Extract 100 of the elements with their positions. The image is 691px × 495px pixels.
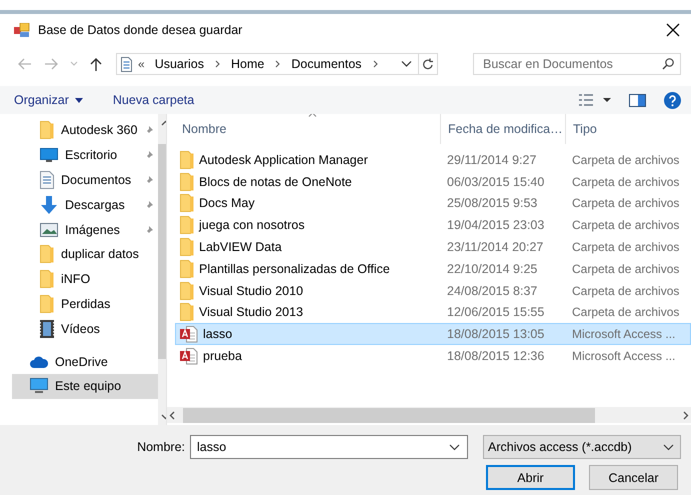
type-cell-text: Carpeta de archivos <box>571 174 680 189</box>
file-name: juega con nosotros <box>199 218 305 232</box>
chevron-right-icon <box>274 60 282 68</box>
folder-icon <box>180 194 194 212</box>
file-row[interactable]: LabVIEW Data 23/11/2014 20:27 Carpeta de archivos <box>175 236 691 258</box>
chevron-right-icon <box>214 60 222 68</box>
sidebar-item[interactable]: OneDrive <box>12 349 158 374</box>
folder-icon <box>180 238 194 256</box>
file-name: Docs May <box>199 196 255 210</box>
search-field[interactable]: Buscar en Documentos <box>473 53 681 75</box>
caret-icon <box>74 98 83 102</box>
file-name: Visual Studio 2013 <box>199 305 304 320</box>
toolbar-button[interactable]: Nueva carpeta <box>112 90 194 110</box>
date-cell-text: 18/08/2015 13:05 <box>446 327 546 342</box>
folder-icon <box>180 260 194 278</box>
type-cell-text: Carpeta de archivos <box>571 152 680 167</box>
file-row[interactable]: prueba 18/08/2015 12:36 Microsoft Access ... <box>175 345 691 367</box>
file-row[interactable]: Visual Studio 2010 24/08/2015 8:37 Carpeta de archivos <box>175 280 691 302</box>
folder-icon <box>180 172 194 191</box>
type-cell-text: Microsoft Access ... <box>571 327 676 342</box>
breadcrumb-item[interactable]: Home <box>231 57 264 71</box>
down-arrow-icon <box>40 196 58 214</box>
address-bar[interactable]: « Usuarios Home Documentos <box>116 53 438 75</box>
film-icon <box>40 320 54 338</box>
file-type-dropdown[interactable]: Archivos access (*.accdb) <box>483 435 681 459</box>
field-label: Nombre: <box>137 440 185 454</box>
app-icon <box>14 23 30 37</box>
document-icon <box>40 170 54 189</box>
sidebar-item[interactable]: Documentos <box>12 168 158 192</box>
file-row[interactable]: Plantillas personalizadas de Office 22/10/2014 9:25 Carpeta de archivos <box>175 258 691 280</box>
type-cell-text: Carpeta de archivos <box>571 305 680 320</box>
date-cell-text: 06/03/2015 15:40 <box>446 174 546 189</box>
file-name: Blocs de notas de OneNote <box>199 174 352 189</box>
type-cell-text: Carpeta de archivos <box>571 218 680 232</box>
toolbar-button[interactable]: Organizar <box>14 90 83 110</box>
folder-icon <box>40 294 54 313</box>
file-row[interactable]: Autodesk Application Manager 29/11/2014 9:27 Carpeta de archivos <box>175 149 691 171</box>
type-cell-text: Carpeta de archivos <box>571 240 680 254</box>
file-row[interactable]: Docs May 25/08/2015 9:53 Carpeta de archivos <box>175 192 691 214</box>
date-cell-text: 12/06/2015 15:55 <box>446 305 546 320</box>
file-row[interactable]: Blocs de notas de OneNote 06/03/2015 15:40 Carpeta de archivos <box>175 170 691 193</box>
sidebar-item[interactable]: Descargas <box>12 192 158 218</box>
date-cell-text: 24/08/2015 8:37 <box>446 284 538 298</box>
monitor-icon <box>40 148 58 162</box>
search-icon[interactable] <box>662 58 674 70</box>
access-file-icon <box>180 325 198 344</box>
breadcrumb-item[interactable]: Documentos <box>291 57 362 71</box>
overflow-marker[interactable]: « <box>138 57 145 71</box>
chevron-left-icon[interactable] <box>169 410 175 420</box>
column-header[interactable]: Fecha de modifica… <box>441 114 566 144</box>
file-name: prueba <box>203 349 242 364</box>
window-title: Base de Datos donde desea guardar <box>38 23 244 37</box>
preview-pane-icon[interactable] <box>629 94 646 106</box>
refresh-icon[interactable] <box>422 58 434 70</box>
file-row[interactable]: juega con nosotros 19/04/2015 23:03 Carpeta de archivos <box>175 214 691 236</box>
sidebar-item[interactable]: iNFO <box>12 266 158 292</box>
dialog-button[interactable]: Cancelar <box>589 465 678 490</box>
sidebar-item[interactable]: Escritorio <box>12 142 158 168</box>
horizontal-scrollbar[interactable] <box>167 407 691 423</box>
type-cell-text: Carpeta de archivos <box>571 262 680 276</box>
column-header[interactable]: Tipo <box>566 114 691 144</box>
sidebar-item[interactable]: Imágenes <box>12 217 158 242</box>
folder-icon <box>180 303 194 322</box>
filename-field[interactable]: lasso <box>190 435 468 459</box>
file-row[interactable]: Visual Studio 2013 12/06/2015 15:55 Carpeta de archivos <box>175 302 691 324</box>
dialog-button[interactable]: Abrir <box>486 465 575 490</box>
sidebar-item[interactable]: Autodesk 360 <box>12 118 158 143</box>
sidebar-item[interactable]: duplicar datos <box>12 242 158 267</box>
chevron-right-icon <box>372 60 379 68</box>
date-cell-text: 25/08/2015 9:53 <box>446 196 538 210</box>
sidebar-item[interactable]: Vídeos <box>12 316 158 342</box>
document-icon <box>121 56 132 72</box>
folder-icon <box>40 245 54 264</box>
date-cell-text: 19/04/2015 23:03 <box>446 218 546 232</box>
view-options-icon[interactable] <box>579 94 611 106</box>
folder-icon <box>40 121 54 140</box>
up-arrow-icon[interactable] <box>90 57 102 71</box>
folder-icon <box>180 150 194 169</box>
file-row[interactable]: lasso 18/08/2015 13:05 Microsoft Access ... <box>175 323 691 346</box>
file-name: Visual Studio 2010 <box>199 284 304 298</box>
type-cell-text: Microsoft Access ... <box>571 349 676 364</box>
sidebar-item[interactable]: Este equipo <box>12 374 158 399</box>
date-cell-text: 29/11/2014 9:27 <box>446 152 538 167</box>
type-cell-text: Carpeta de archivos <box>571 284 680 298</box>
help-icon[interactable] <box>664 92 681 108</box>
date-cell-text: 23/11/2014 20:27 <box>446 240 544 254</box>
folder-icon <box>180 282 194 300</box>
column-header[interactable]: Nombre <box>175 114 441 144</box>
date-cell-text: 22/10/2014 9:25 <box>446 262 538 276</box>
monitor-icon <box>30 378 48 394</box>
file-name: lasso <box>203 327 232 342</box>
file-name: Plantillas personalizadas de Office <box>199 262 390 276</box>
folder-icon <box>40 270 54 288</box>
breadcrumb-item[interactable]: Usuarios <box>154 57 204 71</box>
folder-icon <box>180 216 194 234</box>
picture-icon <box>40 222 58 237</box>
file-name: Autodesk Application Manager <box>199 152 368 167</box>
chevron-right-icon[interactable] <box>683 410 689 420</box>
sidebar-item[interactable]: Perdidas <box>12 292 158 316</box>
date-cell-text: 18/08/2015 12:36 <box>446 349 546 364</box>
